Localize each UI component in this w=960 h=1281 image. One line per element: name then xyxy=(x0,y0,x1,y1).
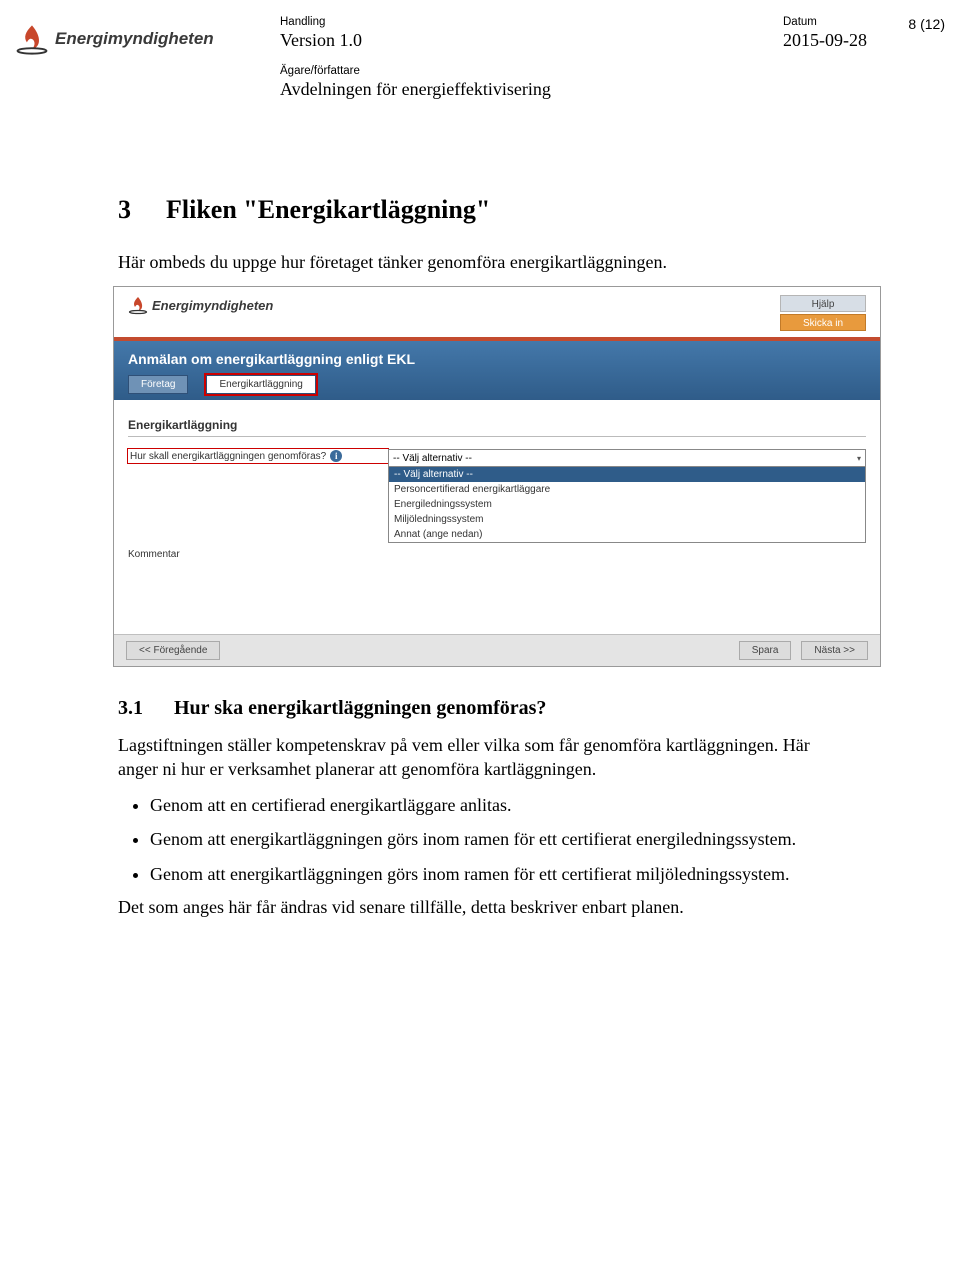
tab-bar: Företag Energikartläggning xyxy=(128,375,866,394)
question-row: Hur skall energikartläggningen genomföra… xyxy=(128,449,866,543)
agency-logo: Energimyndigheten xyxy=(15,22,214,56)
submit-button[interactable]: Skicka in xyxy=(780,314,866,331)
select-value: -- Välj alternativ -- xyxy=(393,453,472,464)
screenshot-action-buttons: Hjälp Skicka in xyxy=(780,295,866,331)
header-meta-left: Handling Version 1.0 Ägare/författare Av… xyxy=(280,16,551,100)
bullet-list: Genom att en certifierad energikartlägga… xyxy=(118,793,848,886)
tab-energy-mapping[interactable]: Energikartläggning xyxy=(206,375,315,394)
dropdown-option[interactable]: Personcertifierad energikartläggare xyxy=(389,482,865,497)
banner-title: Anmälan om energikartläggning enligt EKL xyxy=(128,351,866,367)
screenshot-topbar: Energimyndigheten Hjälp Skicka in xyxy=(114,287,880,337)
save-button[interactable]: Spara xyxy=(739,641,792,660)
page-number: 8 (12) xyxy=(908,16,945,32)
next-button[interactable]: Nästa >> xyxy=(801,641,868,660)
screenshot-body: Energikartläggning Hur skall energikartl… xyxy=(114,400,880,634)
help-button[interactable]: Hjälp xyxy=(780,295,866,312)
section-number: 3 xyxy=(118,195,166,225)
method-dropdown: -- Välj alternativ -- Personcertifierad … xyxy=(388,467,866,543)
comment-label: Kommentar xyxy=(128,549,388,560)
screenshot-logo: Energimyndigheten xyxy=(128,295,273,315)
subsection-heading: 3.1 Hur ska energikartläggningen genomfö… xyxy=(118,697,848,720)
list-item: Genom att energikartläggningen görs inom… xyxy=(150,827,848,851)
closing-paragraph: Det som anges här får ändras vid senare … xyxy=(118,896,848,919)
comment-row: Kommentar xyxy=(128,549,866,560)
dropdown-option[interactable]: Energiledningssystem xyxy=(389,497,865,512)
datum-value: 2015-09-28 xyxy=(783,30,867,51)
section-title: Fliken "Energikartläggning" xyxy=(166,195,490,225)
question-label-text: Hur skall energikartläggningen genomföra… xyxy=(130,451,326,462)
version-value: Version 1.0 xyxy=(280,30,551,51)
datum-label: Datum xyxy=(783,16,867,28)
chevron-down-icon: ▾ xyxy=(857,454,861,463)
prev-button[interactable]: << Föregående xyxy=(126,641,220,660)
dropdown-option[interactable]: Miljöledningssystem xyxy=(389,512,865,527)
owner-value: Avdelningen för energieffektivisering xyxy=(280,79,551,100)
screenshot-logo-text: Energimyndigheten xyxy=(152,298,273,313)
embedded-screenshot: Energimyndigheten Hjälp Skicka in Anmäla… xyxy=(113,286,881,667)
section-heading: 3 Fliken "Energikartläggning" xyxy=(118,195,848,225)
list-item: Genom att en certifierad energikartlägga… xyxy=(150,793,848,817)
form-section-title: Energikartläggning xyxy=(128,418,866,432)
subsection-title: Hur ska energikartläggningen genomföras? xyxy=(174,697,546,720)
screenshot-footer: << Föregående Spara Nästa >> xyxy=(114,634,880,666)
subsection-paragraph: Lagstiftningen ställer kompetenskrav på … xyxy=(118,734,848,781)
header-meta-right: Datum 2015-09-28 xyxy=(783,16,867,51)
subsection-number: 3.1 xyxy=(118,697,174,720)
list-item: Genom att energikartläggningen görs inom… xyxy=(150,862,848,886)
page-header: Energimyndigheten Handling Version 1.0 Ä… xyxy=(15,12,945,122)
flame-icon xyxy=(15,22,49,56)
section-intro: Här ombeds du uppge hur företaget tänker… xyxy=(118,251,848,274)
dropdown-option[interactable]: -- Välj alternativ -- xyxy=(389,467,865,482)
page-content: 3 Fliken "Energikartläggning" Här ombeds… xyxy=(118,195,848,931)
tab-company[interactable]: Företag xyxy=(128,375,188,394)
info-icon[interactable]: i xyxy=(330,450,342,462)
logo-text: Energimyndigheten xyxy=(55,29,214,49)
owner-label: Ägare/författare xyxy=(280,65,551,77)
handling-label: Handling xyxy=(280,16,551,28)
dropdown-option[interactable]: Annat (ange nedan) xyxy=(389,527,865,542)
divider xyxy=(128,436,866,437)
flame-icon xyxy=(128,295,148,315)
question-label: Hur skall energikartläggningen genomföra… xyxy=(128,449,388,463)
method-select[interactable]: -- Välj alternativ -- ▾ xyxy=(388,449,866,467)
method-select-wrap: -- Välj alternativ -- ▾ -- Välj alternat… xyxy=(388,449,866,543)
screenshot-banner: Anmälan om energikartläggning enligt EKL… xyxy=(114,337,880,400)
